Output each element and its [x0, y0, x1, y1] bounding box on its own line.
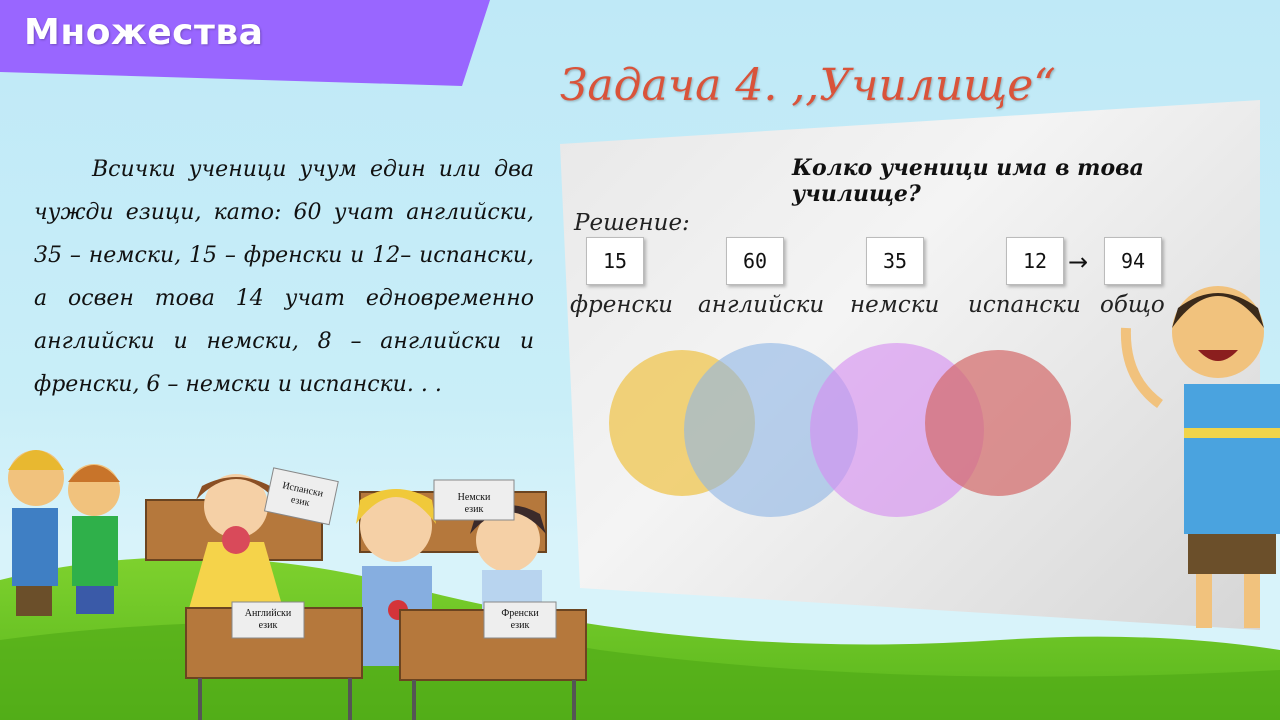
- solution-label: Решение:: [574, 210, 690, 236]
- venn-diagram: [609, 343, 1071, 517]
- sign-text-line: език: [465, 504, 484, 515]
- problem-text: Всички ученици учум един или два чужди е…: [34, 157, 534, 397]
- arrow-icon: →: [1068, 248, 1089, 276]
- box-spanish-value: 12: [1006, 237, 1064, 285]
- sign-text-line: език: [511, 620, 530, 631]
- venn-circle-spanish: [925, 350, 1071, 496]
- board-question: Колко ученици има в това училище?: [792, 155, 1144, 207]
- label-french: френски: [570, 292, 673, 318]
- box-english-value: 60: [726, 237, 784, 285]
- box-french-value: 15: [586, 237, 644, 285]
- students-illustration: Испанскиезик Немски език Английски език Фр…: [8, 450, 587, 720]
- header-title: Множества: [24, 12, 264, 53]
- label-english: английски: [698, 292, 825, 318]
- label-german: немски: [850, 292, 940, 318]
- sign-text-line: език: [259, 620, 278, 631]
- sign-text-line: Немски: [458, 492, 491, 503]
- label-spanish: испански: [968, 292, 1081, 318]
- sign-text-line: Английски: [245, 608, 292, 619]
- box-german-value: 35: [866, 237, 924, 285]
- sign-text-line: Френски: [501, 608, 539, 619]
- task-title: Задача 4. ,,Училище“: [560, 60, 1056, 111]
- teacher-boy-illustration: [1120, 286, 1280, 628]
